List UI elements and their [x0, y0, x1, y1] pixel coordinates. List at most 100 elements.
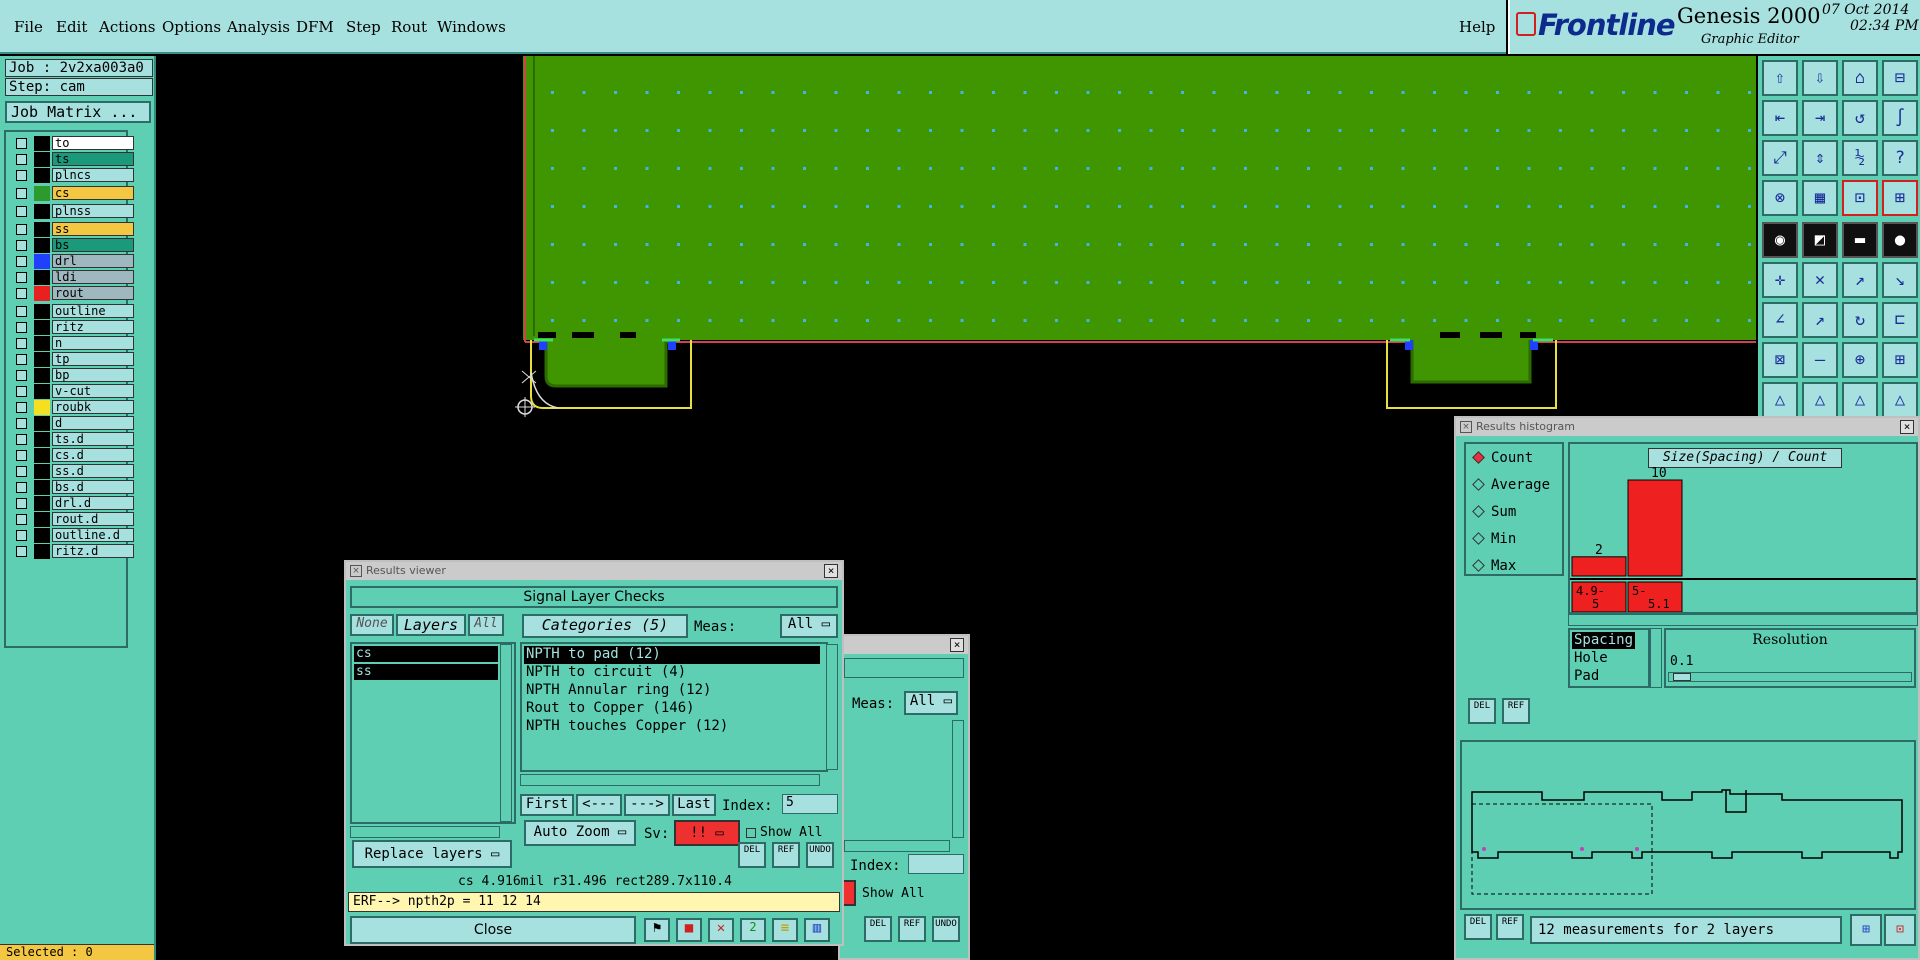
transform-icon[interactable]: ⊏: [1882, 302, 1918, 338]
layer-name[interactable]: tp: [52, 352, 134, 366]
first-button[interactable]: First: [520, 794, 574, 816]
mode-sum[interactable]: Sum: [1472, 504, 1516, 520]
layer-color-swatch[interactable]: [34, 368, 50, 383]
layers-hscroll[interactable]: [350, 826, 500, 838]
close-icon[interactable]: ×: [1900, 420, 1914, 434]
rotate-icon[interactable]: ↻: [1842, 302, 1878, 338]
category-item[interactable]: NPTH Annular ring (12): [524, 682, 820, 700]
layer-name[interactable]: ss: [52, 222, 134, 236]
layer-row-bs[interactable]: bs: [12, 238, 134, 253]
report-icon[interactable]: ⚑: [644, 918, 670, 942]
layer-row-rout[interactable]: rout: [12, 286, 134, 301]
layer-checkbox[interactable]: [16, 206, 27, 217]
snap-icon[interactable]: ⊡: [1842, 180, 1878, 216]
measure-icon[interactable]: ▬: [1842, 222, 1878, 258]
layer-checkbox[interactable]: [16, 256, 27, 267]
prev-view-icon[interactable]: ⇤: [1762, 100, 1798, 136]
layer-checkbox[interactable]: [16, 338, 27, 349]
show-all-checkbox[interactable]: [746, 828, 756, 838]
arc-icon[interactable]: ↘: [1882, 262, 1918, 298]
triangle-c-icon[interactable]: △: [1842, 382, 1878, 418]
all-button[interactable]: All: [468, 614, 504, 636]
layer-row-tp[interactable]: tp: [12, 352, 134, 367]
circle-icon[interactable]: ●: [1882, 222, 1918, 258]
histogram-icon[interactable]: ▥: [804, 918, 830, 942]
layers-scrollbar[interactable]: [500, 644, 512, 822]
layer-name[interactable]: rout.d: [52, 512, 134, 526]
layer-row-drl[interactable]: drl: [12, 254, 134, 269]
menu-dfm[interactable]: DFM: [296, 18, 334, 36]
layer-row-roubk[interactable]: roubk: [12, 400, 134, 415]
layer-name[interactable]: ts.d: [52, 432, 134, 446]
type-hole[interactable]: Hole: [1572, 650, 1610, 667]
zoom-fit-icon[interactable]: ⊞: [1850, 914, 1882, 946]
categories-scrollbar[interactable]: [826, 644, 838, 770]
back-del-button[interactable]: DEL: [864, 916, 892, 942]
layer-checkbox[interactable]: [16, 272, 27, 283]
close-button[interactable]: Close: [350, 916, 636, 944]
layer-checkbox[interactable]: [16, 514, 27, 525]
layer-row-rout-d[interactable]: rout.d: [12, 512, 134, 527]
add-pad-icon[interactable]: ⊠: [1762, 342, 1798, 378]
triangle-d-icon[interactable]: △: [1882, 382, 1918, 418]
layer-name[interactable]: ritz: [52, 320, 134, 334]
fit-layer-icon[interactable]: ⊟: [1882, 60, 1918, 96]
layer-checkbox[interactable]: [16, 450, 27, 461]
layers-list[interactable]: cs ss: [350, 642, 516, 824]
layer-name[interactable]: ss.d: [52, 464, 134, 478]
layer-name[interactable]: v-cut: [52, 384, 134, 398]
line-icon[interactable]: ∠: [1762, 302, 1798, 338]
layer-row-ts[interactable]: ts: [12, 152, 134, 167]
layer-color-swatch[interactable]: [34, 204, 50, 219]
back-meas-select[interactable]: All ▭: [904, 691, 958, 715]
layer-name[interactable]: bp: [52, 368, 134, 382]
window-menu-icon[interactable]: ×: [350, 565, 362, 577]
layer-checkbox[interactable]: [16, 386, 27, 397]
number-icon[interactable]: 2: [740, 918, 766, 942]
overview-del-button[interactable]: DEL: [1464, 914, 1492, 940]
menu-help[interactable]: Help: [1459, 18, 1495, 36]
job-matrix-button[interactable]: Job Matrix ...: [5, 101, 151, 123]
replace-layers-select[interactable]: Replace layers ▭: [352, 840, 512, 868]
menu-rout[interactable]: Rout: [391, 18, 427, 36]
category-item[interactable]: NPTH to pad (12): [524, 646, 820, 664]
layer-checkbox[interactable]: [16, 418, 27, 429]
snap-layer-icon[interactable]: ⊞: [1882, 180, 1918, 216]
layer-checkbox[interactable]: [16, 370, 27, 381]
layer-name[interactable]: ldi: [52, 270, 134, 284]
layer-name[interactable]: plnss: [52, 204, 134, 218]
layer-color-swatch[interactable]: [34, 528, 50, 543]
layer-list-item[interactable]: cs: [354, 646, 498, 662]
layer-color-swatch[interactable]: [34, 136, 50, 151]
layer-list-item[interactable]: ss: [354, 664, 498, 680]
layer-checkbox[interactable]: [16, 224, 27, 235]
layer-checkbox[interactable]: [16, 288, 27, 299]
menu-actions[interactable]: Actions: [99, 18, 155, 36]
layer-name[interactable]: outline.d: [52, 528, 134, 542]
layer-checkbox[interactable]: [16, 188, 27, 199]
layer-color-swatch[interactable]: [34, 448, 50, 463]
stop-icon[interactable]: ■: [676, 918, 702, 942]
category-item[interactable]: NPTH touches Copper (12): [524, 718, 820, 736]
histogram-bar[interactable]: [1571, 556, 1627, 577]
grid-icon[interactable]: ▦: [1802, 180, 1838, 216]
layer-row-ts-d[interactable]: ts.d: [12, 432, 134, 447]
menu-windows[interactable]: Windows: [437, 18, 506, 36]
last-button[interactable]: Last: [672, 794, 716, 816]
categories-hscroll[interactable]: [520, 774, 820, 786]
draw-icon[interactable]: ↗: [1802, 302, 1838, 338]
layer-checkbox[interactable]: [16, 170, 27, 181]
layer-color-swatch[interactable]: [34, 320, 50, 335]
auto-zoom-select[interactable]: Auto Zoom ▭: [524, 820, 636, 846]
break-icon[interactable]: ✕: [1802, 262, 1838, 298]
zoom-area-icon[interactable]: ⊡: [1884, 914, 1916, 946]
categories-list[interactable]: NPTH to pad (12) NPTH to circuit (4) NPTH …: [520, 642, 828, 772]
zoom-fit-icon[interactable]: ⤢: [1762, 140, 1798, 176]
layer-row-v-cut[interactable]: v-cut: [12, 384, 134, 399]
layers-button[interactable]: Layers: [396, 614, 466, 636]
type-list[interactable]: Spacing Hole Pad: [1568, 628, 1650, 688]
layer-up-icon[interactable]: ⇧: [1762, 60, 1798, 96]
overview-ref-button[interactable]: REF: [1496, 914, 1524, 940]
chart-hscroll[interactable]: [1568, 614, 1918, 626]
menu-file[interactable]: File: [14, 18, 43, 36]
